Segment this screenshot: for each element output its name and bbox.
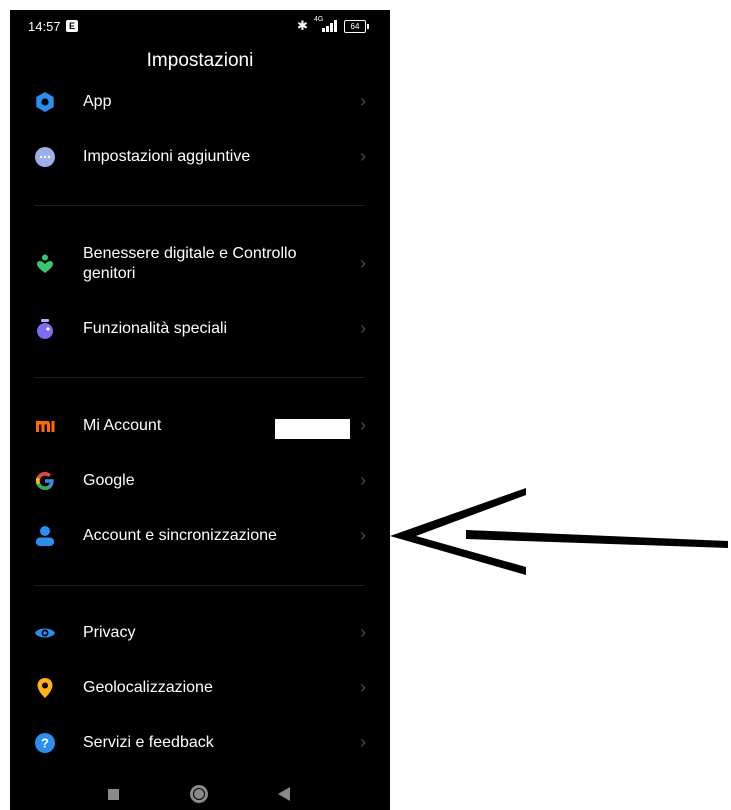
back-icon[interactable] [278, 787, 290, 801]
menu-item-servizi-feedback[interactable]: ? Servizi e feedback › [10, 718, 390, 768]
section-divider [34, 377, 365, 378]
location-pin-icon [37, 678, 53, 698]
svg-text:?: ? [41, 736, 49, 751]
menu-item-label: Benessere digitale e Controllo genitori [83, 245, 297, 282]
menu-item-app[interactable]: App › [10, 77, 390, 127]
menu-item-geolocalizzazione[interactable]: Geolocalizzazione › [10, 663, 390, 713]
phone-screen: 14:57 E ✱ 4G 64 Impostazioni App › Impos… [10, 10, 390, 810]
menu-item-label: Funzionalità speciali [83, 320, 228, 337]
more-dots-icon [35, 147, 55, 167]
menu-item-google[interactable]: Google › [10, 456, 390, 506]
eye-icon [35, 628, 55, 638]
status-bar: 14:57 E ✱ 4G 64 [10, 10, 390, 46]
mi-logo-icon [36, 421, 55, 432]
menu-item-label: Servizi e feedback [83, 734, 214, 751]
chevron-right-icon: › [360, 146, 366, 166]
chevron-right-icon: › [360, 415, 366, 435]
chevron-right-icon: › [360, 732, 366, 752]
menu-item-label: Google [83, 472, 135, 489]
chevron-right-icon: › [360, 470, 366, 490]
menu-item-label: Privacy [83, 624, 136, 641]
chevron-right-icon: › [360, 525, 366, 545]
battery-icon: 64 [344, 20, 369, 33]
special-features-icon [37, 319, 53, 339]
status-time: 14:57 [28, 19, 61, 34]
signal-icon [322, 20, 338, 32]
menu-item-impostazioni-aggiuntive[interactable]: Impostazioni aggiuntive › [10, 132, 390, 182]
menu-item-label: App [83, 93, 112, 110]
redacted-account-name [275, 419, 350, 439]
help-icon: ? [35, 733, 55, 753]
chevron-right-icon: › [360, 91, 366, 111]
recents-icon[interactable] [108, 789, 119, 800]
gear-icon [36, 92, 54, 112]
menu-item-account-sincronizzazione[interactable]: Account e sincronizzazione › [10, 511, 390, 561]
menu-item-label: Geolocalizzazione [83, 679, 213, 696]
page-title: Impostazioni [146, 50, 254, 71]
chevron-right-icon: › [360, 318, 366, 338]
hand-drawn-arrow-icon [390, 488, 728, 575]
section-divider [34, 585, 365, 586]
bluetooth-icon: ✱ [297, 18, 308, 33]
navigation-bar [10, 780, 390, 810]
google-icon [36, 472, 54, 490]
menu-item-label: Impostazioni aggiuntive [83, 148, 251, 165]
chevron-right-icon: › [360, 622, 366, 642]
wellbeing-icon [37, 254, 53, 273]
menu-item-funzionalita-speciali[interactable]: Funzionalità speciali › [10, 304, 390, 354]
chevron-right-icon: › [360, 253, 366, 273]
menu-item-benessere-digitale[interactable]: Benessere digitale e Controllo genitori … [10, 239, 390, 289]
notification-badge-icon: E [66, 20, 78, 32]
person-icon [36, 526, 54, 546]
section-divider [34, 205, 365, 206]
home-icon[interactable] [190, 785, 208, 803]
menu-item-label: Account e sincronizzazione [83, 527, 277, 544]
menu-item-privacy[interactable]: Privacy › [10, 608, 390, 658]
chevron-right-icon: › [360, 677, 366, 697]
